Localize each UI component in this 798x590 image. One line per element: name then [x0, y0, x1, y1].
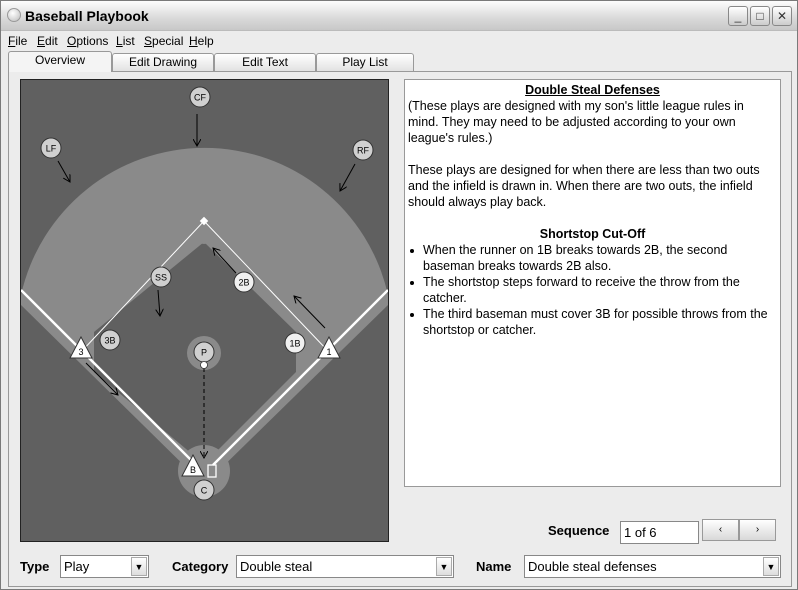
app-window: Baseball Playbook _ □ ✕ File Edit Option… — [0, 0, 798, 590]
maximize-button[interactable]: □ — [750, 6, 770, 26]
movement-arrow — [57, 160, 70, 182]
movement-arrow — [340, 163, 356, 191]
svg-text:SS: SS — [155, 273, 167, 283]
ball — [200, 361, 208, 369]
sequence-label: Sequence — [548, 523, 610, 538]
play-description: Double Steal Defenses (These plays are d… — [404, 79, 781, 487]
player-rf[interactable]: RF — [352, 139, 374, 161]
chevron-down-icon[interactable]: ▼ — [436, 557, 452, 576]
description-title: Double Steal Defenses — [525, 83, 660, 97]
description-para1: (These plays are designed with my son's … — [408, 99, 744, 145]
bullet-item: The third baseman must cover 3B for poss… — [408, 306, 777, 338]
minimize-button[interactable]: _ — [728, 6, 748, 26]
player-2b[interactable]: 2B — [233, 271, 255, 293]
menu-help[interactable]: Help — [189, 34, 214, 48]
field-canvas: CFLF RFSS 2B3B 1BPC3 1B — [20, 86, 389, 501]
type-value: Play — [64, 559, 90, 574]
svg-text:3B: 3B — [104, 336, 115, 346]
tab-edit-drawing[interactable]: Edit Drawing — [112, 53, 214, 71]
title-bar: Baseball Playbook _ □ ✕ — [1, 1, 797, 31]
description-bullets: When the runner on 1B breaks towards 2B,… — [408, 242, 777, 338]
tab-play-list[interactable]: Play List — [316, 53, 414, 71]
svg-text:1B: 1B — [289, 339, 300, 349]
svg-text:B: B — [190, 465, 196, 475]
player-1b[interactable]: 1B — [284, 332, 306, 354]
type-label: Type — [20, 559, 50, 574]
menu-bar: File Edit Options List Special Help — [1, 32, 797, 50]
bullet-item: When the runner on 1B breaks towards 2B,… — [408, 242, 777, 274]
menu-options[interactable]: Options — [67, 34, 108, 48]
sequence-next-button[interactable]: › — [739, 519, 776, 541]
player-cf[interactable]: CF — [189, 86, 211, 108]
menu-special[interactable]: Special — [144, 34, 183, 48]
description-para2: These plays are designed for when there … — [408, 163, 760, 209]
tab-edit-text[interactable]: Edit Text — [214, 53, 316, 71]
category-label: Category — [172, 559, 229, 574]
name-label: Name — [476, 559, 512, 574]
name-select[interactable]: Double steal defenses ▼ — [524, 555, 781, 578]
chevron-down-icon[interactable]: ▼ — [131, 557, 147, 576]
name-value: Double steal defenses — [528, 559, 657, 574]
category-value: Double steal — [240, 559, 313, 574]
app-icon — [7, 8, 21, 22]
chevron-down-icon[interactable]: ▼ — [763, 557, 779, 576]
field-diagram[interactable]: CF LF RF SS 2B 3B 1B P C 3 1 B — [20, 79, 389, 542]
menu-list[interactable]: List — [116, 34, 135, 48]
menu-edit[interactable]: Edit — [37, 34, 58, 48]
player-3b[interactable]: 3B — [99, 329, 121, 351]
menu-file[interactable]: File — [8, 34, 27, 48]
svg-text:3: 3 — [78, 347, 83, 357]
sequence-field[interactable]: 1 of 6 — [620, 521, 699, 544]
tab-overview[interactable]: Overview — [8, 51, 112, 72]
svg-text:CF: CF — [194, 93, 206, 103]
svg-text:C: C — [201, 486, 208, 496]
description-subtitle: Shortstop Cut-Off — [539, 227, 646, 241]
player-lf[interactable]: LF — [40, 137, 62, 159]
svg-text:P: P — [201, 348, 207, 358]
close-button[interactable]: ✕ — [772, 6, 792, 26]
svg-text:RF: RF — [357, 146, 369, 156]
player-ss[interactable]: SS — [150, 266, 172, 288]
window-title: Baseball Playbook — [25, 8, 149, 24]
sequence-prev-button[interactable]: ‹ — [702, 519, 739, 541]
category-select[interactable]: Double steal ▼ — [236, 555, 454, 578]
svg-text:2B: 2B — [238, 278, 249, 288]
bullet-item: The shortstop steps forward to receive t… — [408, 274, 777, 306]
svg-text:1: 1 — [326, 347, 331, 357]
svg-text:LF: LF — [46, 144, 57, 154]
player-c[interactable]: C — [193, 479, 215, 501]
player-p[interactable]: P — [193, 341, 215, 363]
type-select[interactable]: Play ▼ — [60, 555, 149, 578]
